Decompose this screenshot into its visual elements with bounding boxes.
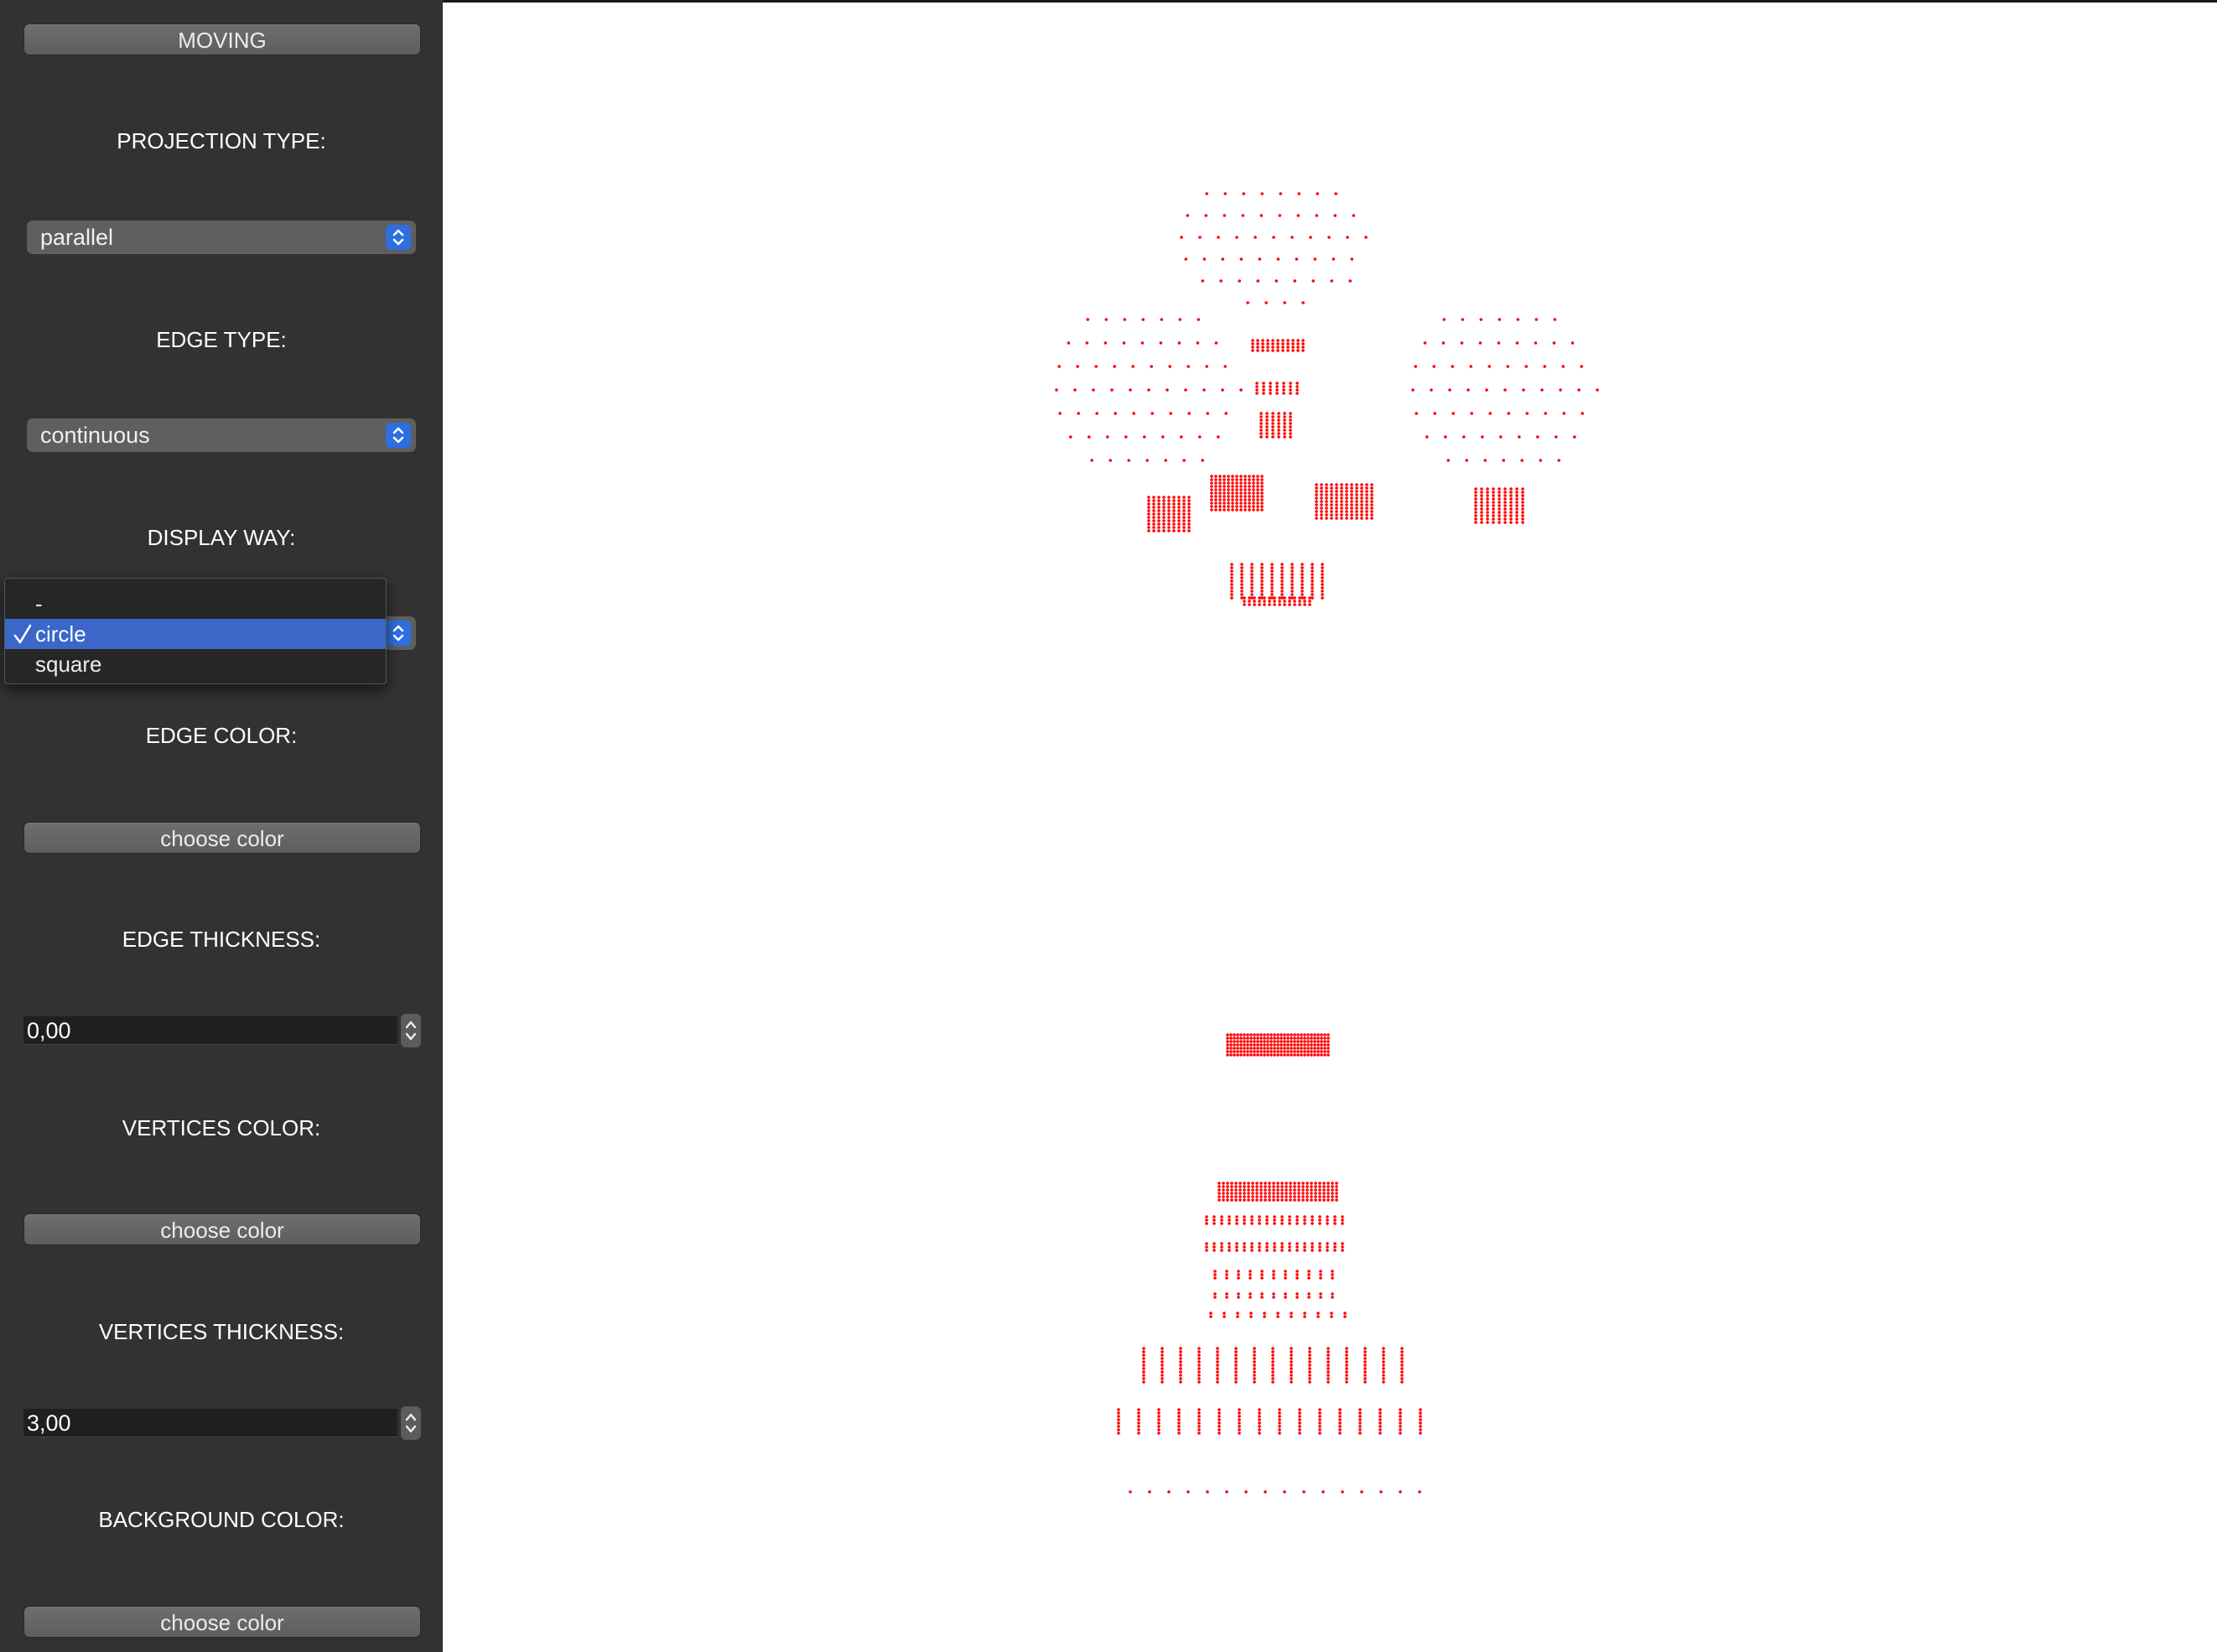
background-color-label: BACKGROUND COLOR:	[98, 1507, 345, 1532]
dropdown-option-dash[interactable]: -	[5, 589, 386, 619]
edge-thickness-input[interactable]: 0,00	[23, 1016, 397, 1045]
dropdown-option-circle[interactable]: circle	[5, 619, 386, 649]
vertices-thickness-input[interactable]: 3,00	[23, 1409, 397, 1437]
vertices-color-button[interactable]: choose color	[23, 1213, 421, 1245]
stepper-icon	[405, 1021, 417, 1041]
edge-type-value: continuous	[40, 423, 150, 448]
edge-type-label: EDGE TYPE:	[156, 327, 287, 352]
chevron-updown-icon	[386, 423, 411, 448]
3d-viewport[interactable]	[443, 0, 2217, 1652]
stepper-icon	[405, 1413, 417, 1433]
edge-type-select[interactable]: continuous	[27, 418, 416, 452]
display-way-dropdown-menu: - circle square	[4, 578, 387, 684]
projection-type-value: parallel	[40, 225, 114, 250]
moving-button[interactable]: MOVING	[23, 23, 421, 55]
chevron-updown-icon	[386, 621, 411, 646]
settings-sidebar: MOVING PROJECTION TYPE: parallel EDGE TY…	[0, 0, 443, 1652]
projection-type-label: PROJECTION TYPE:	[117, 128, 326, 153]
edge-color-label: EDGE COLOR:	[145, 723, 298, 748]
projection-type-select[interactable]: parallel	[27, 221, 416, 254]
edge-thickness-label: EDGE THICKNESS:	[122, 927, 321, 952]
chevron-updown-icon	[386, 225, 411, 250]
dropdown-option-square[interactable]: square	[5, 649, 386, 679]
edge-thickness-stepper[interactable]	[401, 1014, 421, 1047]
display-way-label: DISPLAY WAY:	[147, 525, 296, 550]
vertices-thickness-label: VERTICES THICKNESS:	[98, 1319, 345, 1344]
model-vertices	[1055, 192, 1599, 1494]
edge-color-button[interactable]: choose color	[23, 822, 421, 854]
background-color-button[interactable]: choose color	[23, 1606, 421, 1638]
vertices-thickness-stepper[interactable]	[401, 1406, 421, 1440]
vertices-color-label: VERTICES COLOR:	[122, 1115, 321, 1140]
